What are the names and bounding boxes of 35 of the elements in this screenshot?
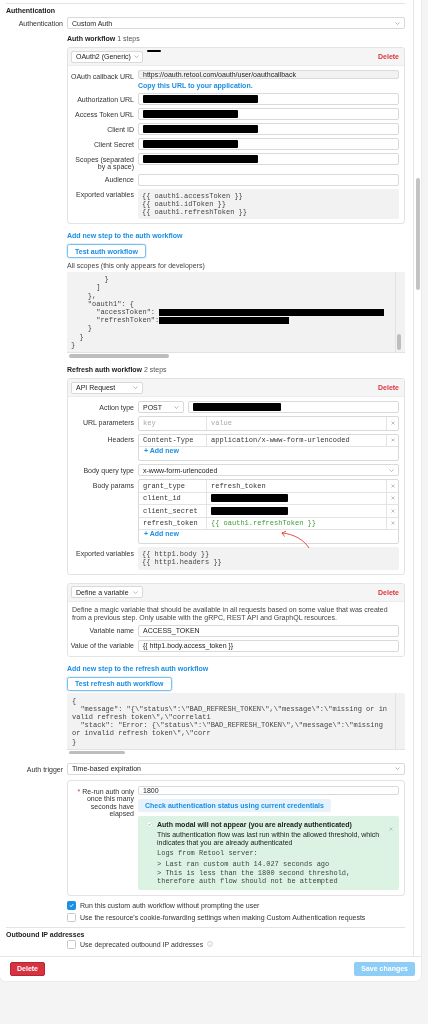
text-input[interactable] (138, 153, 399, 165)
url-input[interactable] (188, 401, 399, 414)
remove-button[interactable] (386, 505, 398, 517)
scrollbar-thumb[interactable] (416, 178, 420, 290)
checkbox[interactable] (67, 912, 76, 922)
remove-button[interactable] (386, 517, 398, 530)
text-input[interactable] (138, 138, 399, 150)
checkmark-icon (69, 902, 74, 908)
check-circle-icon (146, 820, 153, 828)
remove-button[interactable] (386, 480, 398, 492)
chevron-down-icon (389, 468, 394, 472)
close-icon (390, 438, 395, 443)
close-icon (390, 421, 395, 426)
text-input[interactable] (138, 123, 399, 135)
chevron-down-icon (174, 405, 179, 409)
close-icon (390, 521, 395, 526)
checkbox[interactable] (67, 900, 76, 910)
chevron-down-icon (133, 590, 138, 594)
close-icon (390, 483, 395, 488)
text-input[interactable] (138, 108, 399, 120)
chevron-down-icon (133, 386, 138, 390)
chevron-down-icon (395, 767, 400, 771)
scrollbar-thumb[interactable] (69, 354, 169, 358)
close-icon (390, 508, 395, 513)
remove-button[interactable] (386, 492, 398, 505)
close-icon (390, 496, 395, 501)
remove-button[interactable] (386, 434, 398, 447)
chevron-down-icon (133, 55, 139, 58)
scrollbar-thumb[interactable] (397, 334, 401, 351)
chevron-down-icon (395, 21, 400, 25)
checkbox[interactable] (67, 939, 76, 949)
text-input[interactable] (138, 93, 399, 105)
remove-button[interactable] (386, 417, 398, 430)
text-input[interactable] (138, 173, 399, 186)
scrollbar-thumb[interactable] (69, 750, 125, 755)
